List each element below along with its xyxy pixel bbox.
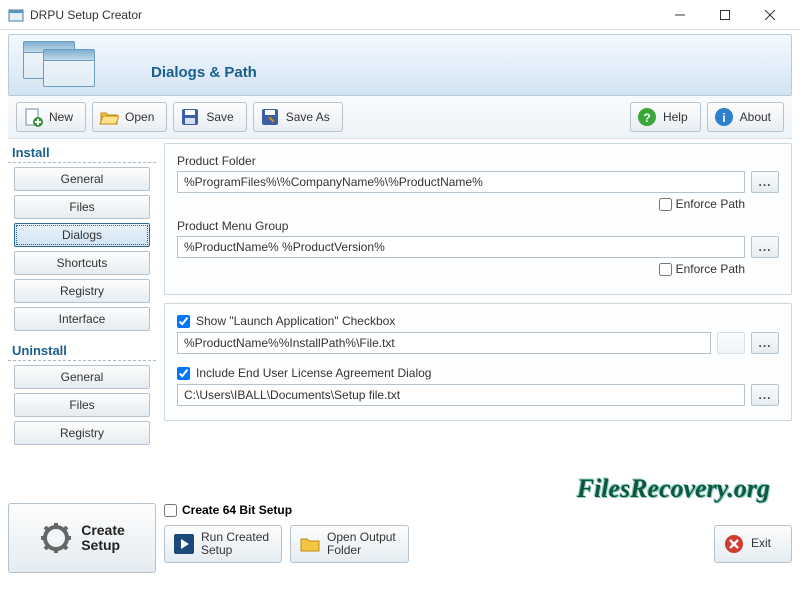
sidebar-item-registry[interactable]: Registry bbox=[14, 279, 150, 303]
show-launch-label: Show "Launch Application" Checkbox bbox=[196, 314, 395, 328]
create-setup-label: Create Setup bbox=[81, 523, 125, 554]
gear-icon bbox=[39, 521, 73, 555]
about-button[interactable]: i About bbox=[707, 102, 784, 132]
eula-label: Include End User License Agreement Dialo… bbox=[196, 366, 431, 380]
sidebar-item-uninstall-registry[interactable]: Registry bbox=[14, 421, 150, 445]
create-64bit-label: Create 64 Bit Setup bbox=[182, 503, 292, 517]
svg-text:?: ? bbox=[643, 111, 650, 125]
content: Install General Files Dialogs Shortcuts … bbox=[0, 139, 800, 499]
folder-open-icon bbox=[99, 107, 119, 127]
new-icon bbox=[23, 107, 43, 127]
sidebar-item-dialogs[interactable]: Dialogs bbox=[14, 223, 150, 247]
sidebar-item-interface[interactable]: Interface bbox=[14, 307, 150, 331]
paths-panel: Product Folder ... Enforce Path Product … bbox=[164, 143, 792, 295]
banner: Dialogs & Path bbox=[8, 34, 792, 96]
run-created-setup-button[interactable]: Run Created Setup bbox=[164, 525, 282, 563]
save-label: Save bbox=[206, 110, 233, 124]
info-icon: i bbox=[714, 107, 734, 127]
play-icon bbox=[173, 533, 195, 555]
help-button[interactable]: ? Help bbox=[630, 102, 701, 132]
main-panel: Product Folder ... Enforce Path Product … bbox=[164, 143, 792, 499]
uninstall-heading: Uninstall bbox=[8, 341, 156, 361]
run-label: Run Created Setup bbox=[201, 531, 269, 557]
sidebar-item-uninstall-files[interactable]: Files bbox=[14, 393, 150, 417]
sidebar-item-shortcuts[interactable]: Shortcuts bbox=[14, 251, 150, 275]
close-icon bbox=[723, 533, 745, 555]
banner-illustration bbox=[19, 37, 119, 87]
menu-group-browse-button[interactable]: ... bbox=[751, 236, 779, 258]
new-button[interactable]: New bbox=[16, 102, 86, 132]
open-button[interactable]: Open bbox=[92, 102, 167, 132]
product-folder-input[interactable] bbox=[177, 171, 745, 193]
launch-file-browse-button[interactable]: ... bbox=[751, 332, 779, 354]
sidebar-item-uninstall-general[interactable]: General bbox=[14, 365, 150, 389]
help-label: Help bbox=[663, 110, 688, 124]
eula-checkbox[interactable] bbox=[177, 367, 190, 380]
window-controls bbox=[657, 1, 792, 29]
window-title: DRPU Setup Creator bbox=[30, 8, 657, 22]
options-panel: Show "Launch Application" Checkbox ... I… bbox=[164, 303, 792, 421]
enforce-path-1-checkbox[interactable] bbox=[659, 198, 672, 211]
folder-icon bbox=[299, 533, 321, 555]
app-icon bbox=[8, 7, 24, 23]
enforce-path-2-checkbox[interactable] bbox=[659, 263, 672, 276]
saveas-button[interactable]: Save As bbox=[253, 102, 343, 132]
open-output-folder-button[interactable]: Open Output Folder bbox=[290, 525, 409, 563]
menu-group-label: Product Menu Group bbox=[177, 219, 779, 233]
saveas-label: Save As bbox=[286, 110, 330, 124]
eula-file-input[interactable] bbox=[177, 384, 745, 406]
product-folder-browse-button[interactable]: ... bbox=[751, 171, 779, 193]
enforce-path-1-label: Enforce Path bbox=[676, 197, 745, 211]
enforce-path-2-label: Enforce Path bbox=[676, 262, 745, 276]
launch-file-extra-button bbox=[717, 332, 745, 354]
bottom-bar: Create Setup Create 64 Bit Setup Run Cre… bbox=[0, 499, 800, 581]
maximize-button[interactable] bbox=[702, 1, 747, 29]
open-label: Open bbox=[125, 110, 154, 124]
open-output-label: Open Output Folder bbox=[327, 531, 396, 557]
about-label: About bbox=[740, 110, 771, 124]
save-icon bbox=[180, 107, 200, 127]
saveas-icon bbox=[260, 107, 280, 127]
page-title: Dialogs & Path bbox=[151, 64, 257, 81]
sidebar-item-files[interactable]: Files bbox=[14, 195, 150, 219]
exit-button[interactable]: Exit bbox=[714, 525, 792, 563]
minimize-button[interactable] bbox=[657, 1, 702, 29]
toolbar: New Open Save Save As ? Help i About bbox=[8, 96, 792, 139]
create-64bit-checkbox[interactable] bbox=[164, 504, 177, 517]
new-label: New bbox=[49, 110, 73, 124]
eula-file-browse-button[interactable]: ... bbox=[751, 384, 779, 406]
launch-file-input[interactable] bbox=[177, 332, 711, 354]
svg-text:i: i bbox=[722, 111, 725, 125]
create-setup-button[interactable]: Create Setup bbox=[8, 503, 156, 573]
titlebar: DRPU Setup Creator bbox=[0, 0, 800, 30]
exit-label: Exit bbox=[751, 537, 771, 550]
help-icon: ? bbox=[637, 107, 657, 127]
install-heading: Install bbox=[8, 143, 156, 163]
save-button[interactable]: Save bbox=[173, 102, 246, 132]
close-button[interactable] bbox=[747, 1, 792, 29]
sidebar: Install General Files Dialogs Shortcuts … bbox=[8, 143, 156, 499]
product-folder-label: Product Folder bbox=[177, 154, 779, 168]
show-launch-checkbox[interactable] bbox=[177, 315, 190, 328]
menu-group-input[interactable] bbox=[177, 236, 745, 258]
sidebar-item-general[interactable]: General bbox=[14, 167, 150, 191]
